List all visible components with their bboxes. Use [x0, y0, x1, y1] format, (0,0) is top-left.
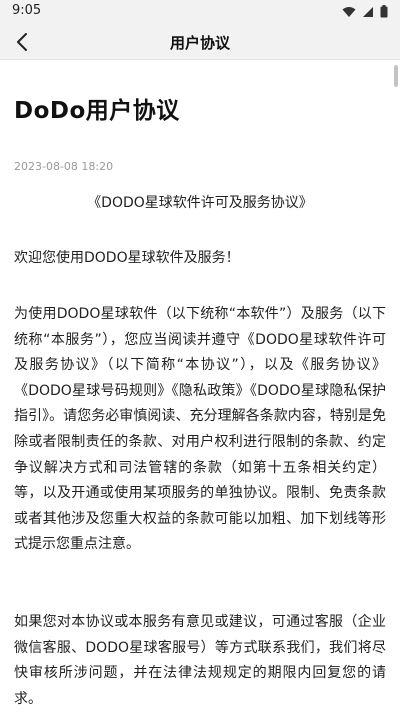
- status-bar: 9:05: [0, 0, 400, 24]
- agreement-heading: 《DODO星球软件许可及服务协议》: [87, 195, 313, 211]
- paragraph-terms: 为使用DODO星球软件（以下统称“本软件”）及服务（以下统称“本服务”），您应当…: [14, 306, 386, 553]
- status-time: 9:05: [12, 3, 42, 18]
- document-content[interactable]: DoDo用户协议 2023-08-08 18:20 《DODO星球软件许可及服务…: [0, 61, 400, 712]
- scrollbar[interactable]: [394, 65, 398, 87]
- signal-icon: [363, 6, 373, 17]
- document-date: 2023-08-08 18:20: [14, 160, 114, 173]
- wifi-icon: [342, 6, 356, 17]
- status-icons: [342, 5, 388, 18]
- paragraph-contact: 如果您对本协议或本服务有意见或建议，可通过客服（企业微信客服、DODO星球客服号…: [14, 614, 386, 707]
- battery-icon: [380, 5, 388, 18]
- page-title: 用户协议: [169, 34, 230, 52]
- paragraph-welcome: 欢迎您使用DODO星球软件及服务！: [14, 250, 240, 266]
- document-title: DoDo用户协议: [14, 98, 180, 124]
- nav-bar: 用户协议: [0, 24, 400, 60]
